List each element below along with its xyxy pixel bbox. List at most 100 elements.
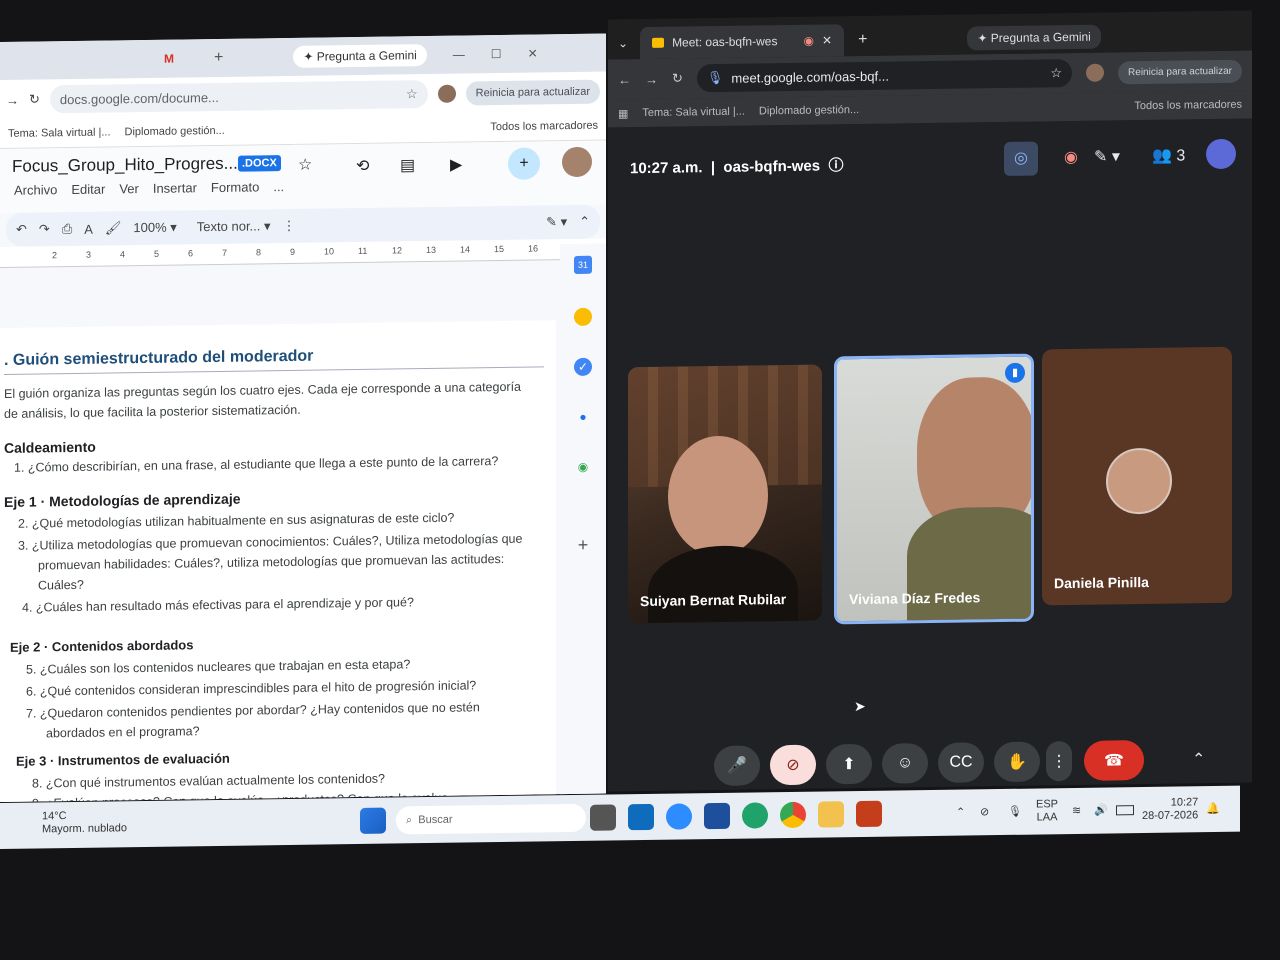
menu-archivo[interactable]: Archivo xyxy=(14,182,57,198)
gemini-tab[interactable]: ✦ Pregunta a Gemini xyxy=(967,24,1101,51)
maximize-icon[interactable]: ☐ xyxy=(491,47,502,61)
reload-icon[interactable]: ↻ xyxy=(672,70,683,86)
volume-icon[interactable]: 🔊 xyxy=(1094,804,1108,817)
more-options-icon[interactable]: ⋮ xyxy=(283,218,296,234)
gmail-icon[interactable]: M xyxy=(164,52,174,66)
start-icon[interactable] xyxy=(360,807,386,834)
outlook-icon[interactable] xyxy=(628,803,654,831)
active-speaker-tile[interactable]: ▮ Viviana Díaz Fredes xyxy=(834,353,1034,625)
captions-button[interactable]: CC xyxy=(938,742,984,783)
bookmark-sala-virtual[interactable]: Tema: Sala virtual |... xyxy=(8,126,111,139)
bookmark-star-icon[interactable]: ☆ xyxy=(406,86,418,102)
present-screen-button[interactable]: ⬆ xyxy=(826,743,872,785)
meet-apps-icon[interactable] xyxy=(1206,138,1236,170)
gemini-tab[interactable]: ✦ Pregunta a Gemini xyxy=(293,44,427,68)
battery-icon[interactable] xyxy=(1116,805,1134,816)
menu-formato[interactable]: Formato xyxy=(211,179,259,195)
expand-controls-icon[interactable]: ⌃ xyxy=(1192,749,1205,769)
camera-off-button[interactable]: ⊘ xyxy=(770,744,816,786)
reload-icon[interactable]: ↻ xyxy=(29,91,40,107)
store-icon[interactable] xyxy=(704,802,730,830)
reactions-button[interactable]: ☺ xyxy=(882,743,928,784)
history-icon[interactable]: ⟲ xyxy=(356,156,369,176)
spellcheck-icon[interactable]: A xyxy=(84,221,93,236)
info-icon[interactable]: ⓘ xyxy=(828,157,843,174)
bookmark-diplomado[interactable]: Diplomado gestión... xyxy=(759,104,859,117)
bookmark-sala-virtual[interactable]: Tema: Sala virtual |... xyxy=(642,106,745,119)
end-call-button[interactable]: ☎ xyxy=(1084,740,1144,781)
comments-icon[interactable]: ▤ xyxy=(400,155,415,175)
document-title[interactable]: Focus_Group_Hito_Progres... xyxy=(12,154,238,177)
docs-url-field[interactable]: docs.google.com/docume... ☆ xyxy=(49,80,428,114)
apps-grid-icon[interactable]: ▦ xyxy=(618,107,628,120)
chrome-icon[interactable] xyxy=(780,801,806,829)
minimize-icon[interactable]: — xyxy=(453,48,465,62)
redo-icon[interactable]: ↷ xyxy=(39,221,50,237)
record-icon[interactable]: ◉ xyxy=(1064,147,1078,167)
collapse-toolbar-icon[interactable]: ⌃ xyxy=(579,214,590,230)
tray-chevron-icon[interactable]: ⌃ xyxy=(956,806,965,819)
forward-icon[interactable]: → xyxy=(645,71,658,86)
meet-icon[interactable]: ▶ xyxy=(450,155,462,175)
powerpoint-icon[interactable] xyxy=(856,800,882,828)
docs-update-button[interactable]: Reinicia para actualizar xyxy=(465,79,600,106)
share-button[interactable]: + xyxy=(508,147,540,180)
participant-tile-avatar[interactable]: Daniela Pinilla xyxy=(1042,346,1232,606)
keep-icon[interactable] xyxy=(574,307,592,326)
star-icon[interactable]: ☆ xyxy=(298,155,312,175)
user-avatar[interactable] xyxy=(562,146,592,178)
companion-icon[interactable]: ◎ xyxy=(1004,141,1038,176)
tab-search-icon[interactable]: ⌄ xyxy=(618,36,628,50)
edge-icon[interactable] xyxy=(742,802,768,829)
bookmark-star-icon[interactable]: ☆ xyxy=(1050,65,1062,81)
new-tab-icon[interactable]: + xyxy=(214,49,223,67)
raise-hand-button[interactable]: ✋ xyxy=(994,741,1040,783)
print-icon[interactable]: ⎙ xyxy=(62,221,72,237)
participant-tile[interactable]: Suiyan Bernat Rubilar xyxy=(628,364,822,624)
document-page[interactable]: . Guión semiestructurado del moderador E… xyxy=(0,320,556,803)
menu-insertar[interactable]: Insertar xyxy=(153,180,197,196)
add-addon-icon[interactable]: + xyxy=(574,535,592,555)
edit-mode-icon[interactable]: ✎ ▾ xyxy=(546,214,567,230)
notes-icon[interactable]: ✎ ▾ xyxy=(1094,146,1120,166)
new-tab-icon[interactable]: + xyxy=(858,31,867,49)
weather-widget[interactable]: 14°C Mayorm. nublado xyxy=(20,809,127,836)
mic-tray-icon[interactable]: 🎙 xyxy=(1008,805,1022,818)
tasks-icon[interactable]: ✓ xyxy=(574,357,592,376)
gemini-tab-label: Pregunta a Gemini xyxy=(990,29,1091,46)
language-indicator[interactable]: ESP LAA xyxy=(1036,798,1058,824)
bookmark-all[interactable]: Todos los marcadores xyxy=(490,120,598,134)
meet-update-button[interactable]: Reinicia para actualizar xyxy=(1118,59,1242,84)
zoom-select[interactable]: 100% ▾ xyxy=(133,220,176,237)
network-icon[interactable]: ⊘ xyxy=(980,805,989,818)
contacts-icon[interactable]: ● xyxy=(574,408,592,426)
undo-icon[interactable]: ↶ xyxy=(16,222,27,238)
menu-more[interactable]: ... xyxy=(273,179,284,194)
more-options-button[interactable]: ⋮ xyxy=(1046,741,1072,782)
clock[interactable]: 10:27 28-07-2026 xyxy=(1142,796,1198,823)
notifications-icon[interactable]: 🔔 xyxy=(1206,802,1220,815)
menu-ver[interactable]: Ver xyxy=(119,181,139,196)
participants-icon[interactable]: 👥 3 xyxy=(1152,145,1185,165)
microphone-button[interactable]: 🎤 xyxy=(714,745,760,787)
calendar-icon[interactable]: 31 xyxy=(574,255,592,274)
zoom-icon[interactable] xyxy=(666,803,692,830)
bookmark-all[interactable]: Todos los marcadores xyxy=(1134,99,1242,113)
forward-icon[interactable]: → xyxy=(6,92,19,107)
file-explorer-icon[interactable] xyxy=(818,801,844,828)
maps-icon[interactable]: ◉ xyxy=(574,458,592,476)
meet-url-field[interactable]: 🎙 meet.google.com/oas-bqf... ☆ xyxy=(696,59,1073,93)
paint-format-icon[interactable]: 🖌 xyxy=(105,220,122,236)
bookmark-diplomado[interactable]: Diplomado gestión... xyxy=(125,125,225,138)
back-icon[interactable]: ← xyxy=(618,72,631,87)
profile-avatar[interactable] xyxy=(1086,63,1105,82)
taskbar-search[interactable]: ⌕ Buscar xyxy=(396,803,586,835)
style-select[interactable]: Texto nor... ▾ xyxy=(197,218,271,235)
meet-tab[interactable]: Meet: oas-bqfn-wes ◉ ✕ xyxy=(640,24,845,60)
wifi-icon[interactable]: ≋ xyxy=(1072,804,1081,817)
profile-avatar[interactable] xyxy=(437,84,456,103)
close-window-icon[interactable]: ✕ xyxy=(528,46,538,60)
task-view-icon[interactable] xyxy=(590,804,616,831)
menu-editar[interactable]: Editar xyxy=(71,182,105,197)
close-tab-icon[interactable]: ✕ xyxy=(822,33,832,47)
